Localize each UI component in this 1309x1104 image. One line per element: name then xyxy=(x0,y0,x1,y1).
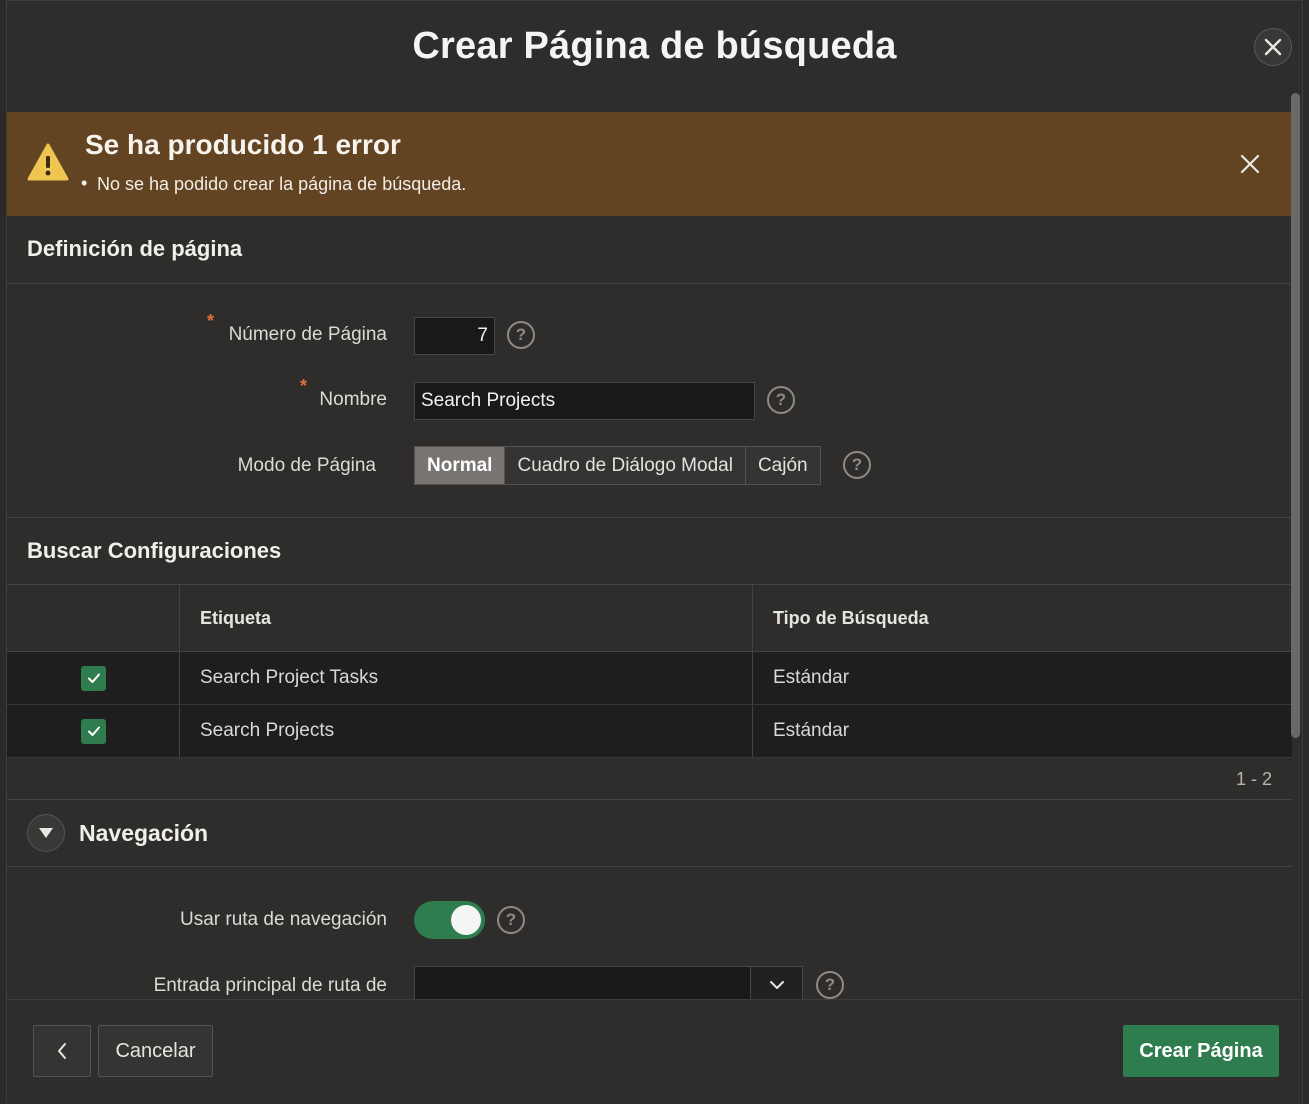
breadcrumb-parent-label: Entrada principal de ruta de xyxy=(153,975,387,996)
pagination-range: 1 - 2 xyxy=(1235,769,1272,789)
page-mode-normal[interactable]: Normal xyxy=(415,447,506,484)
name-label: Nombre xyxy=(319,389,387,410)
help-icon[interactable]: ? xyxy=(843,451,871,479)
column-header-label[interactable]: Etiqueta xyxy=(200,585,271,651)
name-input[interactable]: Search Projects xyxy=(414,382,755,420)
table-row: Search Project Tasks Estándar xyxy=(7,652,1292,705)
row-search-type: Estándar xyxy=(773,667,850,688)
required-indicator: * xyxy=(207,311,215,331)
collapse-navigation-button[interactable] xyxy=(27,814,65,852)
page-mode-drawer[interactable]: Cajón xyxy=(745,447,820,484)
dialog-header: Crear Página de búsqueda xyxy=(7,1,1302,112)
select-dropdown-button[interactable] xyxy=(750,967,802,999)
divider xyxy=(7,799,1292,800)
page-mode-selector[interactable]: Normal Cuadro de Diálogo Modal Cajón xyxy=(414,446,821,485)
create-page-button[interactable]: Crear Página xyxy=(1123,1025,1279,1077)
column-header-search-type[interactable]: Tipo de Búsqueda xyxy=(773,585,929,651)
warning-icon xyxy=(27,143,69,181)
dialog-body[interactable]: Se ha producido 1 error No se ha podido … xyxy=(7,112,1292,999)
error-alert: Se ha producido 1 error No se ha podido … xyxy=(7,112,1292,216)
divider xyxy=(7,283,1292,284)
chevron-left-icon xyxy=(58,1043,66,1059)
breadcrumb-parent-select[interactable] xyxy=(414,966,803,999)
dialog-title: Crear Página de búsqueda xyxy=(412,25,897,67)
required-indicator: * xyxy=(300,376,308,396)
row-search-type: Estándar xyxy=(773,720,850,741)
help-icon[interactable]: ? xyxy=(497,906,525,934)
checkmark-icon xyxy=(87,673,100,683)
use-breadcrumb-toggle[interactable] xyxy=(414,901,485,939)
page-mode-modal-dialog[interactable]: Cuadro de Diálogo Modal xyxy=(505,447,746,484)
row-label: Search Project Tasks xyxy=(200,667,379,688)
dialog-footer: Cancelar Crear Página xyxy=(7,999,1302,1104)
help-icon[interactable]: ? xyxy=(507,321,535,349)
page-mode-label: Modo de Página xyxy=(237,455,376,476)
row-label: Search Projects xyxy=(200,720,335,741)
dialog: Crear Página de búsqueda Se ha producido… xyxy=(6,0,1303,1104)
row-checkbox[interactable] xyxy=(81,718,106,744)
alert-title: Se ha producido 1 error xyxy=(85,129,401,160)
page-number-label: Número de Página xyxy=(228,324,387,345)
close-icon xyxy=(1264,38,1282,56)
search-config-grid: Etiqueta Tipo de Búsqueda Search Project… xyxy=(7,584,1292,759)
scrollbar[interactable] xyxy=(1291,93,1300,738)
chevron-down-icon xyxy=(769,981,784,989)
alert-close-icon[interactable] xyxy=(1238,152,1262,176)
divider xyxy=(7,517,1292,518)
row-checkbox[interactable] xyxy=(81,665,106,691)
toggle-knob xyxy=(451,905,481,935)
dialog-close-button[interactable] xyxy=(1254,28,1292,66)
alert-message: No se ha podido crear la página de búsqu… xyxy=(81,173,466,195)
help-icon[interactable]: ? xyxy=(767,386,795,414)
back-button[interactable] xyxy=(33,1025,91,1077)
checkmark-icon xyxy=(87,726,100,736)
help-icon[interactable]: ? xyxy=(816,971,844,999)
grid-header: Etiqueta Tipo de Búsqueda xyxy=(7,584,1292,652)
triangle-down-icon xyxy=(39,828,53,838)
cancel-button[interactable]: Cancelar xyxy=(98,1025,213,1077)
table-row: Search Projects Estándar xyxy=(7,705,1292,758)
use-breadcrumb-label: Usar ruta de navegación xyxy=(179,909,387,930)
section-title-navigation: Navegación xyxy=(79,820,209,846)
page-number-input[interactable]: 7 xyxy=(414,317,495,355)
divider xyxy=(7,866,1292,867)
section-title-search-config: Buscar Configuraciones xyxy=(27,538,282,563)
section-title-page-definition: Definición de página xyxy=(27,236,243,261)
